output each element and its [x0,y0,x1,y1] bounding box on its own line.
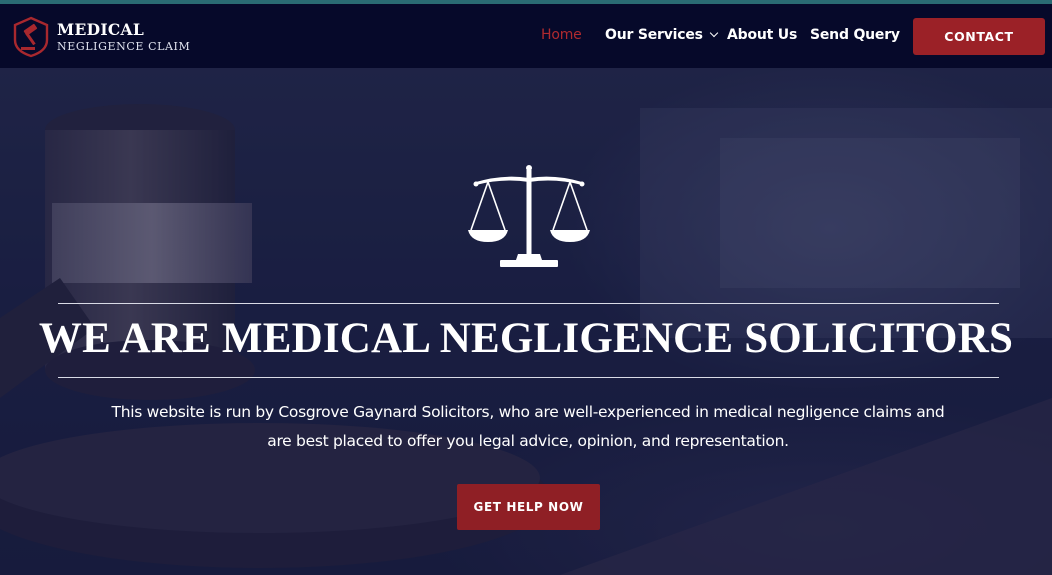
nav-home-link[interactable]: Home [541,27,582,43]
hero-section: WE ARE MEDICAL NEGLIGENCE SOLICITORS Thi… [0,68,1052,575]
title-divider-bottom [58,377,999,378]
title-divider-top [58,303,999,304]
site-header: MEDICAL NEGLIGENCE CLAIM Home Our Servic… [0,4,1052,68]
nav-about-link[interactable]: About Us [727,27,797,43]
nav-services-dropdown[interactable]: Our Services [605,27,719,43]
scales-of-justice-icon [468,165,590,267]
nav-send-query-link[interactable]: Send Query [810,27,900,43]
hero-title: WE ARE MEDICAL NEGLIGENCE SOLICITORS [38,315,1014,362]
contact-button[interactable]: CONTACT [913,18,1045,55]
get-help-now-button[interactable]: GET HELP NOW [457,484,600,530]
hero-description: This website is run by Cosgrove Gaynard … [111,403,945,450]
main-navigation: Home Our Services About Us Send Query CO… [0,4,1052,68]
chevron-down-icon [709,28,719,38]
nav-services-label: Our Services [605,27,703,43]
